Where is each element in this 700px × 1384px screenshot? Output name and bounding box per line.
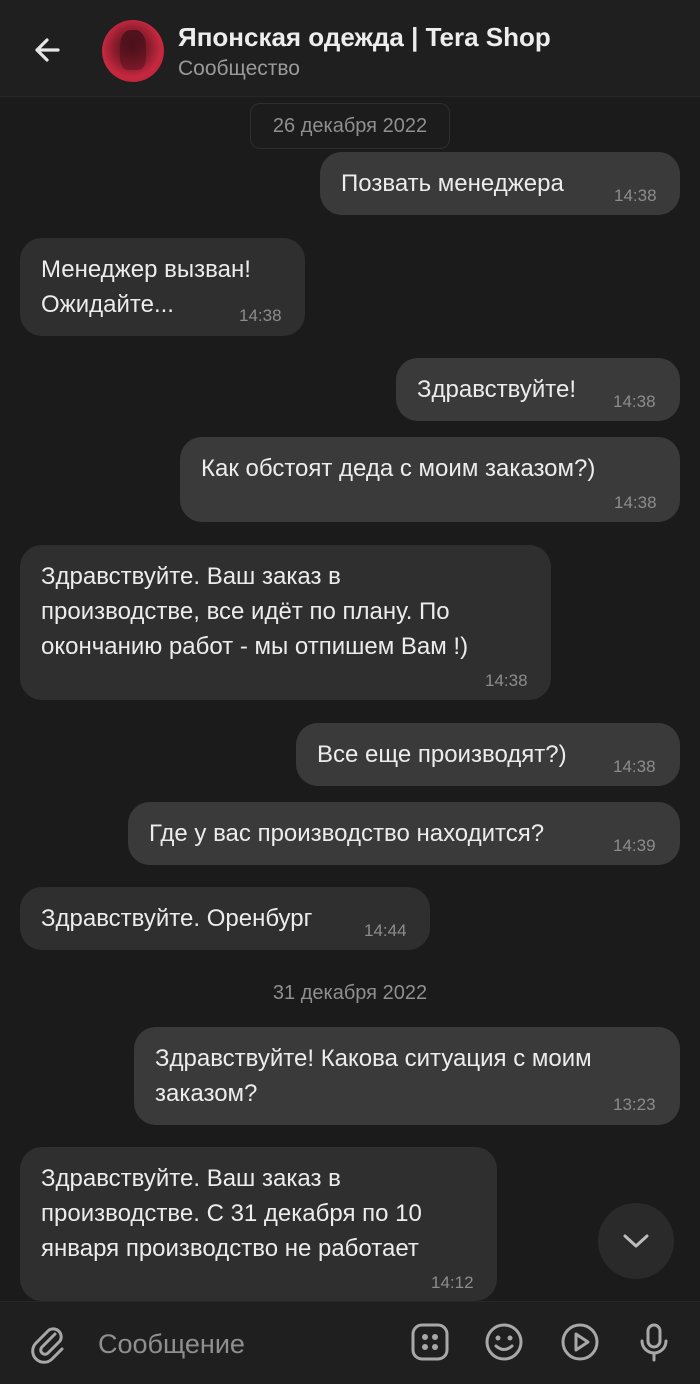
message-text: окончанию работ - мы отпишем Вам !) bbox=[41, 633, 469, 660]
message-bubble-outgoing[interactable]: Как обстоят деда с моим заказом?) 14:38 bbox=[180, 437, 680, 522]
message-text: Менеджер вызван! bbox=[41, 256, 251, 283]
message-time: 14:38 bbox=[613, 757, 656, 776]
message-text: Здравствуйте. Оренбург bbox=[41, 905, 313, 932]
play-circle-icon[interactable] bbox=[558, 1320, 602, 1364]
microphone-icon[interactable] bbox=[632, 1320, 676, 1364]
message-bubble-outgoing[interactable]: Позвать менеджера 14:38 bbox=[320, 152, 680, 215]
message-bubble-outgoing[interactable]: Здравствуйте! Какова ситуация с моим зак… bbox=[134, 1027, 680, 1125]
message-text: января производство не работает bbox=[41, 1235, 419, 1262]
message-text: заказом? bbox=[155, 1080, 258, 1107]
message-input[interactable] bbox=[98, 1324, 388, 1364]
paperclip-icon[interactable] bbox=[26, 1320, 70, 1364]
message-text: Позвать менеджера bbox=[341, 170, 564, 197]
message-bubble-outgoing[interactable]: Здравствуйте! 14:38 bbox=[396, 358, 680, 421]
apps-grid-icon[interactable] bbox=[408, 1320, 452, 1364]
message-text: Как обстоят деда с моим заказом?) bbox=[201, 455, 596, 482]
chat-title[interactable]: Японская одежда | Tera Shop bbox=[178, 22, 551, 53]
message-text: Где у вас производство находится? bbox=[149, 820, 545, 847]
chevron-down-icon bbox=[623, 1234, 649, 1248]
message-time: 14:38 bbox=[614, 493, 657, 512]
message-bubble-outgoing[interactable]: Где у вас производство находится? 14:39 bbox=[128, 802, 680, 865]
message-text: производстве. С 31 декабря по 10 bbox=[41, 1200, 422, 1227]
smile-icon[interactable] bbox=[482, 1320, 526, 1364]
message-text: Здравствуйте! Какова ситуация с моим bbox=[155, 1045, 592, 1072]
date-separator: 26 декабря 2022 bbox=[250, 103, 450, 149]
message-bubble-incoming[interactable]: Здравствуйте. Ваш заказ в производстве, … bbox=[20, 545, 551, 700]
message-bubble-incoming[interactable]: Здравствуйте. Оренбург 14:44 bbox=[20, 887, 430, 950]
chat-header: Японская одежда | Tera Shop Сообщество bbox=[0, 0, 700, 97]
date-separator: 31 декабря 2022 bbox=[272, 982, 428, 1004]
message-text: Все еще производят?) bbox=[317, 741, 567, 768]
message-time: 14:38 bbox=[485, 671, 528, 690]
message-bubble-incoming[interactable]: Здравствуйте. Ваш заказ в производстве. … bbox=[20, 1147, 497, 1301]
message-bubble-outgoing[interactable]: Все еще производят?) 14:38 bbox=[296, 723, 680, 786]
community-avatar[interactable] bbox=[102, 20, 164, 82]
message-time: 14:44 bbox=[364, 921, 407, 940]
message-time: 14:12 bbox=[431, 1273, 474, 1292]
message-text: производстве, все идёт по плану. По bbox=[41, 598, 450, 625]
message-time: 14:38 bbox=[614, 186, 657, 205]
message-bubble-incoming[interactable]: Менеджер вызван! Ожидайте... 14:38 bbox=[20, 238, 305, 336]
message-time: 14:38 bbox=[239, 306, 282, 325]
chat-subtitle: Сообщество bbox=[178, 57, 300, 80]
message-composer bbox=[0, 1301, 700, 1384]
message-text: Здравствуйте. Ваш заказ в bbox=[41, 1165, 341, 1192]
message-text: Здравствуйте. Ваш заказ в bbox=[41, 563, 341, 590]
message-time: 14:38 bbox=[613, 392, 656, 411]
back-arrow-icon[interactable] bbox=[28, 30, 68, 70]
message-time: 14:39 bbox=[613, 836, 656, 855]
message-time: 13:23 bbox=[613, 1095, 656, 1114]
message-text: Здравствуйте! bbox=[417, 376, 577, 403]
message-text: Ожидайте... bbox=[41, 291, 174, 318]
scroll-to-bottom-button[interactable] bbox=[598, 1203, 674, 1279]
